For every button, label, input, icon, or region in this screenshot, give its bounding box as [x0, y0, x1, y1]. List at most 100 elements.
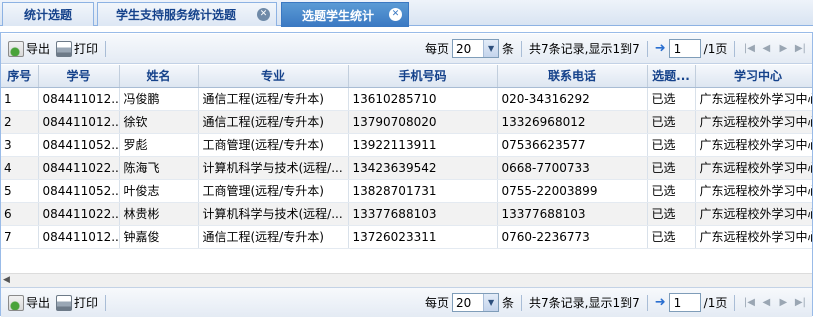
- cell-center: 广东远程校外学习中心: [695, 110, 812, 134]
- page-size-select[interactable]: 20 ▼: [452, 39, 500, 58]
- page-number-input[interactable]: 1: [668, 39, 701, 58]
- next-page-icon[interactable]: ▶: [776, 43, 790, 54]
- last-page-icon[interactable]: ▶|: [793, 297, 807, 308]
- cell-mobile: 13423639542: [348, 156, 498, 180]
- last-page-icon[interactable]: ▶|: [793, 43, 807, 54]
- table-row[interactable]: 5 084411052... 叶俊志 工商管理(远程/专升本) 13828701…: [1, 179, 812, 203]
- print-icon: [56, 294, 73, 311]
- cell-center: 广东远程校外学习中心: [695, 156, 812, 180]
- prev-page-icon[interactable]: ◀: [759, 43, 773, 54]
- cell-name: 林贵彬: [119, 202, 199, 226]
- column-header[interactable]: 学习中心: [695, 65, 812, 88]
- cell-topic-status: 已选: [647, 179, 696, 203]
- toolbar-divider: [646, 40, 648, 57]
- student-grid: 序号 学号 姓名 专业 手机号码 联系电话 选题... 学习中心 1 08441…: [1, 65, 812, 273]
- page-total: /1页: [703, 42, 728, 56]
- cell-major: 通信工程(远程/专升本): [198, 225, 349, 249]
- column-header[interactable]: 姓名: [119, 65, 199, 88]
- chevron-down-icon[interactable]: ▼: [483, 294, 499, 311]
- page-size-select[interactable]: 20 ▼: [452, 293, 500, 312]
- scroll-left-icon[interactable]: ◀: [3, 275, 10, 285]
- column-header[interactable]: 选题...: [647, 65, 696, 88]
- cell-student-id: 084411012...: [38, 110, 120, 134]
- cell-name: 叶俊志: [119, 179, 199, 203]
- cell-phone: 07536623577: [497, 133, 648, 157]
- table-row[interactable]: 3 084411052... 罗彪 工商管理(远程/专升本) 139221139…: [1, 133, 812, 157]
- student-table: 序号 学号 姓名 专业 手机号码 联系电话 选题... 学习中心 1 08441…: [1, 65, 812, 249]
- cell-index: 4: [1, 156, 39, 180]
- cell-major: 计算机科学与技术(远程/...: [198, 156, 349, 180]
- cell-center: 广东远程校外学习中心: [695, 179, 812, 203]
- pager: 每页 20 ▼ 条 共7条记录,显示1到7 ➜ 1 /1页 |◀ ◀ ▶ ▶|: [425, 293, 807, 312]
- horizontal-scrollbar[interactable]: ◀: [1, 273, 812, 287]
- chevron-down-icon[interactable]: ▼: [483, 40, 499, 57]
- cell-index: 3: [1, 133, 39, 157]
- first-page-icon[interactable]: |◀: [742, 297, 756, 308]
- close-icon[interactable]: ✕: [257, 8, 270, 21]
- cell-mobile: 13610285710: [348, 87, 498, 111]
- cell-index: 1: [1, 87, 39, 111]
- per-page-label: 每页: [425, 296, 450, 310]
- cell-phone: 0668-7700733: [497, 156, 648, 180]
- table-row[interactable]: 2 084411012... 徐钦 通信工程(远程/专升本) 137907080…: [1, 110, 812, 134]
- cell-mobile: 13377688103: [348, 202, 498, 226]
- export-icon: [8, 40, 24, 57]
- export-button[interactable]: 导出: [5, 39, 53, 59]
- export-button[interactable]: 导出: [5, 293, 53, 313]
- export-icon: [8, 294, 24, 311]
- per-page-unit: 条: [502, 42, 515, 56]
- go-page-icon[interactable]: ➜: [655, 41, 666, 56]
- cell-phone: 0760-2236773: [497, 225, 648, 249]
- close-icon[interactable]: ✕: [389, 8, 402, 21]
- pager: 每页 20 ▼ 条 共7条记录,显示1到7 ➜ 1 /1页 |◀ ◀ ▶ ▶|: [425, 39, 807, 58]
- tab-topic-stats[interactable]: 统计选题: [2, 2, 94, 26]
- cell-name: 冯俊鹏: [119, 87, 199, 111]
- tab-support-service-stats[interactable]: 学生支持服务统计选题 ✕: [97, 2, 277, 26]
- page-number-value: 1: [673, 295, 682, 310]
- cell-mobile: 13922113911: [348, 133, 498, 157]
- cell-center: 广东远程校外学习中心: [695, 225, 812, 249]
- column-header[interactable]: 学号: [38, 65, 120, 88]
- tab-label: 统计选题: [23, 8, 72, 22]
- page-total: /1页: [703, 296, 728, 310]
- cell-mobile: 13828701731: [348, 179, 498, 203]
- next-page-icon[interactable]: ▶: [776, 297, 790, 308]
- cell-center: 广东远程校外学习中心: [695, 87, 812, 111]
- cell-topic-status: 已选: [647, 225, 696, 249]
- column-header[interactable]: 专业: [198, 65, 349, 88]
- record-summary: 共7条记录,显示1到7: [529, 296, 640, 310]
- print-button[interactable]: 打印: [53, 39, 101, 59]
- column-header[interactable]: 联系电话: [497, 65, 648, 88]
- per-page-label: 每页: [425, 42, 450, 56]
- table-row[interactable]: 6 084411022... 林贵彬 计算机科学与技术(远程/... 13377…: [1, 202, 812, 226]
- cell-phone: 020-34316292: [497, 87, 648, 111]
- tab-student-topic-stats[interactable]: 选题学生统计 ✕: [281, 2, 409, 27]
- bottom-toolbar: 导出 打印 每页 20 ▼ 条 共7条记录,显示1到7 ➜ 1 /1页 |◀ ◀: [1, 287, 812, 317]
- prev-page-icon[interactable]: ◀: [759, 297, 773, 308]
- cell-name: 徐钦: [119, 110, 199, 134]
- first-page-icon[interactable]: |◀: [742, 43, 756, 54]
- table-row[interactable]: 1 084411012... 冯俊鹏 通信工程(远程/专升本) 13610285…: [1, 87, 812, 111]
- cell-center: 广东远程校外学习中心: [695, 133, 812, 157]
- column-header[interactable]: 序号: [1, 65, 39, 88]
- column-header[interactable]: 手机号码: [348, 65, 498, 88]
- cell-major: 通信工程(远程/专升本): [198, 87, 349, 111]
- page-number-input[interactable]: 1: [668, 293, 701, 312]
- toolbar-divider: [734, 294, 736, 311]
- cell-phone: 0755-22003899: [497, 179, 648, 203]
- table-row[interactable]: 4 084411022... 陈海飞 计算机科学与技术(远程/... 13423…: [1, 156, 812, 180]
- page-number-value: 1: [673, 41, 682, 56]
- print-button[interactable]: 打印: [53, 293, 101, 313]
- table-row[interactable]: 7 084411012... 钟嘉俊 通信工程(远程/专升本) 13726023…: [1, 225, 812, 249]
- cell-name: 钟嘉俊: [119, 225, 199, 249]
- cell-major: 通信工程(远程/专升本): [198, 110, 349, 134]
- cell-name: 罗彪: [119, 133, 199, 157]
- grid-panel: 导出 打印 每页 20 ▼ 条 共7条记录,显示1到7 ➜ 1 /1页 |◀ ◀: [0, 32, 813, 317]
- go-page-icon[interactable]: ➜: [655, 295, 666, 310]
- export-label: 导出: [26, 296, 51, 310]
- cell-topic-status: 已选: [647, 156, 696, 180]
- toolbar-divider: [521, 294, 523, 311]
- page-size-value: 20: [456, 295, 472, 310]
- cell-index: 2: [1, 110, 39, 134]
- cell-topic-status: 已选: [647, 87, 696, 111]
